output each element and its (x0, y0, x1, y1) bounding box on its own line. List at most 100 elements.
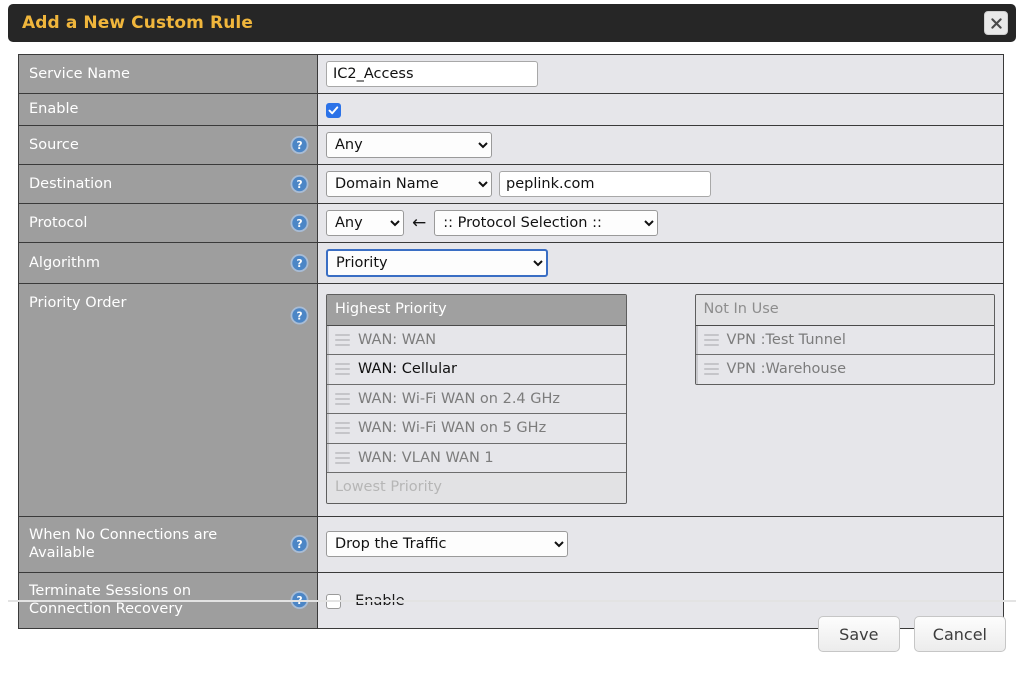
list-item-label: VPN :Test Tunnel (726, 331, 846, 348)
footer-divider (8, 600, 1016, 602)
dialog-titlebar: Add a New Custom Rule (8, 4, 1016, 42)
table-row-enable: Enable (18, 93, 1004, 126)
list-item-label: WAN: Wi-Fi WAN on 5 GHz (358, 420, 547, 437)
drag-handle-icon[interactable] (335, 451, 350, 464)
help-icon-glyph: ? (290, 535, 309, 554)
destination-value-input[interactable] (499, 171, 711, 197)
check-icon (328, 106, 339, 115)
label-text: Enable (29, 101, 79, 118)
list-item[interactable]: WAN: VLAN WAN 1 (327, 443, 626, 474)
protocol-selection-select[interactable]: :: Protocol Selection :: (434, 210, 659, 236)
algorithm-select[interactable]: Priority (326, 249, 548, 277)
list-item-label: WAN: VLAN WAN 1 (358, 449, 494, 466)
table-row-service-name: Service Name (18, 54, 1004, 94)
destination-type-select[interactable]: Domain Name (326, 171, 492, 197)
source-select[interactable]: Any (326, 132, 492, 158)
value-algorithm: Priority (317, 242, 1004, 284)
table-row-priority-order: Priority Order ? Highest Priority WAN: W… (18, 283, 1004, 517)
label-text: When No Connections are Available (29, 527, 218, 562)
dialog-title: Add a New Custom Rule (22, 13, 253, 33)
list-item[interactable]: VPN :Warehouse (695, 355, 994, 384)
label-text: Algorithm (29, 254, 101, 271)
close-glyph (990, 17, 1002, 29)
list-item[interactable]: VPN :Test Tunnel (695, 325, 994, 356)
svg-text:?: ? (296, 258, 302, 270)
help-icon[interactable]: ? (290, 214, 309, 233)
help-icon-glyph: ? (290, 175, 309, 193)
table-row-algorithm: Algorithm ? Priority (18, 242, 1004, 284)
svg-text:?: ? (296, 539, 302, 551)
cancel-button[interactable]: Cancel (913, 616, 1006, 652)
priority-list-not-in-use: Not In Use VPN :Test Tunnel VPN :Warehou… (694, 294, 995, 504)
value-destination: Domain Name (317, 164, 1004, 204)
priority-list-not-in-use-box: Not In Use VPN :Test Tunnel VPN :Warehou… (694, 294, 995, 385)
drag-handle-icon[interactable] (335, 392, 350, 405)
priority-list-header-not-in-use: Not In Use (695, 295, 994, 326)
list-item-label: WAN: Cellular (358, 361, 457, 378)
svg-text:?: ? (296, 218, 302, 230)
svg-text:?: ? (296, 140, 302, 152)
svg-text:?: ? (296, 179, 302, 191)
list-item[interactable]: WAN: Wi-Fi WAN on 5 GHz (327, 414, 626, 444)
help-icon-glyph: ? (290, 254, 309, 272)
label-text: Source (29, 136, 79, 153)
drag-handle-icon[interactable] (335, 363, 350, 376)
value-service-name (317, 54, 1004, 94)
value-priority-order: Highest Priority WAN: WAN WAN: Cellular … (317, 283, 1004, 517)
help-icon-glyph: ? (290, 214, 309, 232)
help-icon[interactable]: ? (290, 254, 309, 273)
value-enable (317, 93, 1004, 126)
priority-list-footer-lowest: Lowest Priority (327, 473, 626, 503)
enable-checkbox[interactable] (326, 103, 341, 118)
table-row-destination: Destination ? Domain Name (18, 164, 1004, 204)
protocol-select[interactable]: Any (326, 210, 404, 236)
label-algorithm: Algorithm ? (18, 242, 318, 284)
list-item-label: WAN: WAN (358, 331, 437, 348)
label-source: Source ? (18, 125, 318, 165)
label-text: Protocol (29, 214, 88, 231)
value-protocol: Any ← :: Protocol Selection :: (317, 203, 1004, 243)
drag-handle-icon[interactable] (703, 363, 719, 376)
help-icon-glyph: ? (290, 306, 309, 325)
label-text: Service Name (29, 65, 130, 82)
priority-order-lists: Highest Priority WAN: WAN WAN: Cellular … (326, 292, 995, 508)
no-connections-select[interactable]: Drop the Traffic (326, 531, 568, 558)
arrow-left-icon: ← (412, 212, 427, 233)
label-priority-order: Priority Order ? (18, 283, 318, 517)
priority-list-in-use: Highest Priority WAN: WAN WAN: Cellular … (326, 294, 627, 504)
drag-handle-icon[interactable] (335, 333, 350, 346)
close-icon[interactable] (984, 11, 1008, 35)
list-item[interactable]: WAN: WAN (327, 325, 626, 356)
priority-list-in-use-box: Highest Priority WAN: WAN WAN: Cellular … (326, 294, 627, 504)
list-item[interactable]: WAN: Cellular (327, 355, 626, 385)
table-row-source: Source ? Any (18, 125, 1004, 165)
save-button[interactable]: Save (817, 616, 900, 652)
protocol-controls: Any ← :: Protocol Selection :: (326, 210, 995, 236)
label-service-name: Service Name (18, 54, 318, 94)
footer-buttons: Save Cancel (817, 616, 1006, 652)
list-item[interactable]: WAN: Wi-Fi WAN on 2.4 GHz (327, 384, 626, 415)
label-text: Destination (29, 175, 113, 192)
table-row-no-connections: When No Connections are Available ? Drop… (18, 515, 1004, 573)
label-protocol: Protocol ? (18, 203, 318, 243)
drag-handle-icon[interactable] (335, 422, 350, 435)
list-item-label: WAN: Wi-Fi WAN on 2.4 GHz (358, 390, 561, 407)
drag-handle-icon[interactable] (703, 333, 719, 346)
value-no-connections: Drop the Traffic (317, 515, 1004, 573)
help-icon[interactable]: ? (290, 535, 309, 554)
svg-text:?: ? (296, 311, 302, 323)
service-name-input[interactable] (326, 61, 538, 87)
label-enable: Enable (18, 93, 318, 126)
label-text: Priority Order (29, 295, 127, 311)
help-icon[interactable]: ? (290, 306, 309, 325)
label-no-connections: When No Connections are Available ? (18, 515, 318, 573)
priority-list-header-highest: Highest Priority (327, 295, 626, 326)
help-icon[interactable]: ? (290, 175, 309, 194)
destination-controls: Domain Name (326, 171, 995, 197)
custom-rule-form: Service Name Enable Source ? (18, 54, 1004, 629)
label-destination: Destination ? (18, 164, 318, 204)
help-icon[interactable]: ? (290, 136, 309, 155)
help-icon-glyph: ? (290, 136, 309, 154)
list-item-label: VPN :Warehouse (726, 361, 847, 378)
table-row-protocol: Protocol ? Any ← :: Protocol Selection :… (18, 203, 1004, 243)
